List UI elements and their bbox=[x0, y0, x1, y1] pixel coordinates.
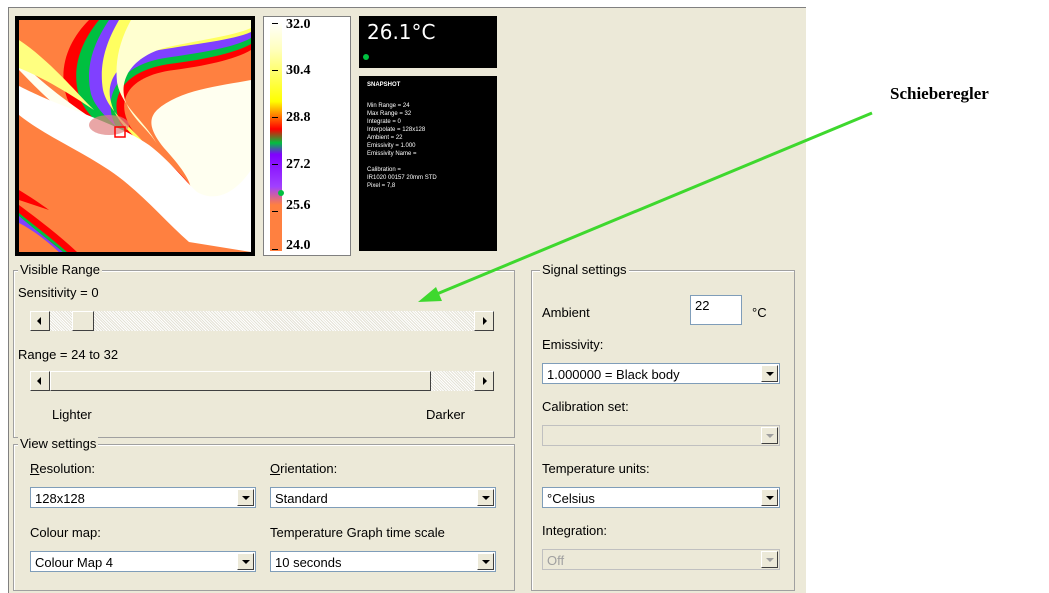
scale-label-1: 32.0 bbox=[286, 17, 311, 32]
resolution-dropdown-button[interactable] bbox=[237, 489, 254, 506]
sensitivity-left-button[interactable] bbox=[30, 311, 50, 331]
scale-label-5: 25.6 bbox=[286, 198, 311, 213]
scale-label-3: 28.8 bbox=[286, 110, 311, 125]
sensitivity-thumb[interactable] bbox=[72, 311, 94, 331]
range-right-button[interactable] bbox=[474, 371, 494, 391]
ambient-label: Ambient bbox=[542, 305, 590, 320]
chevron-down-icon bbox=[242, 496, 250, 500]
lighter-label: Lighter bbox=[52, 407, 92, 422]
integration-dropdown-button[interactable] bbox=[761, 551, 778, 568]
arrow-right-icon bbox=[483, 317, 487, 325]
snapshot-line: Interpolate = 128x128 bbox=[367, 127, 426, 133]
graph-scale-select[interactable]: 10 seconds bbox=[270, 551, 496, 572]
emissivity-select[interactable]: 1.000000 = Black body bbox=[542, 363, 780, 384]
graph-scale-dropdown-button[interactable] bbox=[477, 553, 494, 570]
scale-label-4: 27.2 bbox=[286, 157, 311, 172]
darker-label: Darker bbox=[426, 407, 466, 422]
range-thumb[interactable] bbox=[50, 371, 431, 391]
emissivity-dropdown-button[interactable] bbox=[761, 365, 778, 382]
view-settings-title: View settings bbox=[18, 436, 99, 451]
integration-label: Integration: bbox=[542, 523, 608, 538]
chevron-down-icon bbox=[766, 558, 774, 562]
chevron-down-icon bbox=[242, 560, 250, 564]
colour-map-value: Colour Map 4 bbox=[35, 555, 114, 570]
annotation-label: Schieberegler bbox=[890, 84, 989, 103]
visible-range-group: Visible Range Sensitivity = 0 Range = 24… bbox=[13, 262, 515, 438]
calibration-dropdown-button[interactable] bbox=[761, 427, 778, 444]
readout-marker bbox=[363, 54, 369, 60]
visible-range-title: Visible Range bbox=[18, 262, 102, 277]
view-settings-group: View settings Resolution: 128x128 Orient… bbox=[13, 436, 515, 591]
scale-label-2: 30.4 bbox=[286, 63, 311, 78]
chevron-down-icon bbox=[766, 496, 774, 500]
chevron-down-icon bbox=[482, 560, 490, 564]
arrow-left-icon bbox=[37, 377, 41, 385]
resolution-value: 128x128 bbox=[35, 491, 85, 506]
resolution-label-text: esolution: bbox=[39, 461, 96, 476]
colour-map-label: Colour map: bbox=[30, 525, 101, 540]
snapshot-line: Calibration = bbox=[367, 167, 401, 173]
snapshot-line bbox=[367, 158, 437, 166]
range-label: Range = 24 to 32 bbox=[18, 347, 119, 362]
sensitivity-right-button[interactable] bbox=[474, 311, 494, 331]
thermal-image[interactable] bbox=[15, 16, 255, 256]
resolution-select[interactable]: 128x128 bbox=[30, 487, 256, 508]
temp-units-select[interactable]: °Celsius bbox=[542, 487, 780, 508]
integration-value: Off bbox=[547, 553, 565, 568]
ambient-input[interactable]: 22 bbox=[690, 295, 742, 325]
ambient-unit: °C bbox=[752, 305, 767, 320]
snapshot-panel: SNAPSHOT Min Range = 24 Max Range = 32 I… bbox=[359, 76, 497, 251]
orientation-select[interactable]: Standard bbox=[270, 487, 496, 508]
scale-current-marker bbox=[278, 190, 284, 196]
colour-scale: 32.0 30.4 28.8 27.2 25.6 24.0 bbox=[263, 16, 351, 256]
orientation-dropdown-button[interactable] bbox=[477, 489, 494, 506]
signal-settings-group: Signal settings Ambient 22 °C Emissivity… bbox=[531, 262, 795, 591]
arrow-left-icon bbox=[37, 317, 41, 325]
snapshot-line: Max Range = 32 bbox=[367, 111, 412, 117]
chevron-down-icon bbox=[482, 496, 490, 500]
colour-map-dropdown-button[interactable] bbox=[237, 553, 254, 570]
orientation-label-text: rientation: bbox=[280, 461, 338, 476]
snapshot-line: Pixel = 7,8 bbox=[367, 183, 396, 189]
temperature-value: 26.1°C bbox=[367, 20, 436, 44]
chevron-down-icon bbox=[766, 434, 774, 438]
snapshot-line: Emissivity = 1.000 bbox=[367, 143, 416, 149]
colour-scale-bar bbox=[270, 21, 282, 251]
range-slider[interactable] bbox=[30, 371, 494, 391]
orientation-label: Orientation: bbox=[270, 461, 338, 476]
calibration-select[interactable] bbox=[542, 425, 780, 446]
temp-units-value: °Celsius bbox=[547, 491, 595, 506]
calibration-label: Calibration set: bbox=[542, 399, 629, 414]
graph-scale-label: Temperature Graph time scale bbox=[270, 525, 445, 540]
range-left-button[interactable] bbox=[30, 371, 50, 391]
temp-units-dropdown-button[interactable] bbox=[761, 489, 778, 506]
resolution-label: Resolution: bbox=[30, 461, 96, 476]
chevron-down-icon bbox=[766, 372, 774, 376]
snapshot-line: Emissivity Name = bbox=[367, 151, 417, 157]
emissivity-value: 1.000000 = Black body bbox=[547, 367, 680, 382]
graph-scale-value: 10 seconds bbox=[275, 555, 342, 570]
colour-map-select[interactable]: Colour Map 4 bbox=[30, 551, 256, 572]
temp-units-label: Temperature units: bbox=[542, 461, 650, 476]
snapshot-lines: Min Range = 24 Max Range = 32 Integrate … bbox=[367, 102, 437, 190]
arrow-right-icon bbox=[483, 377, 487, 385]
snapshot-line: Ambient = 22 bbox=[367, 135, 403, 141]
orientation-value: Standard bbox=[275, 491, 328, 506]
sensitivity-slider[interactable] bbox=[30, 311, 494, 331]
snapshot-line: Min Range = 24 bbox=[367, 103, 410, 109]
integration-select[interactable]: Off bbox=[542, 549, 780, 570]
snapshot-line: Integrate = 0 bbox=[367, 119, 401, 125]
signal-settings-title: Signal settings bbox=[540, 262, 629, 277]
snapshot-title: SNAPSHOT bbox=[367, 82, 401, 88]
sensitivity-label: Sensitivity = 0 bbox=[18, 285, 99, 300]
app-panel: 32.0 30.4 28.8 27.2 25.6 24.0 26.1°C SNA… bbox=[8, 7, 806, 593]
emissivity-label: Emissivity: bbox=[542, 337, 604, 352]
snapshot-line: IR1020 00157 20mm STD bbox=[367, 175, 437, 181]
scale-label-6: 24.0 bbox=[286, 238, 311, 253]
temperature-readout: 26.1°C bbox=[359, 16, 497, 68]
ambient-value: 22 bbox=[695, 298, 710, 313]
